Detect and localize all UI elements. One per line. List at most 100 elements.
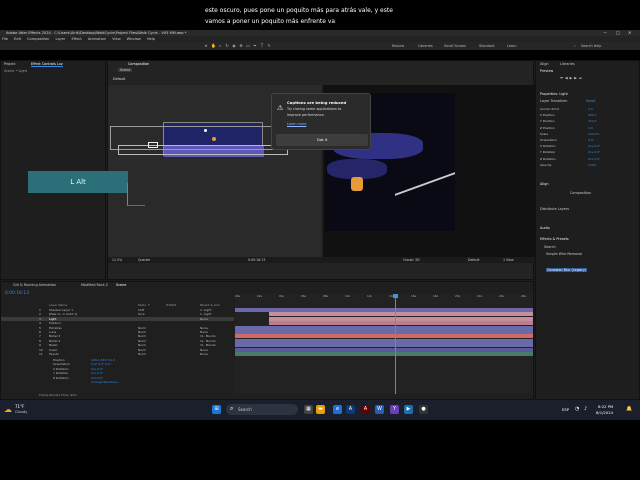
layer-transform-label: Layer Transform — [540, 99, 568, 103]
layer-row[interactable]: 2 [Pale Cr...k Solid 1] Scre 1. Light — [1, 312, 234, 316]
blue-app-icon[interactable]: ▶ — [404, 405, 413, 414]
playhead[interactable] — [395, 294, 396, 394]
file-explorer-icon[interactable]: ▬ — [316, 405, 325, 414]
workspace-small-screen[interactable]: Small Screen — [444, 44, 466, 48]
track-bar[interactable] — [235, 334, 533, 339]
playhead-handle[interactable] — [393, 294, 398, 298]
layer-row[interactable]: 9 Bañel Norm 11. Mundo — [1, 343, 234, 347]
playback-controls-icon[interactable]: ⏮◀▶▶⏭ — [560, 76, 584, 80]
effects-search-input[interactable]: Search — [544, 245, 556, 249]
notification-bell-icon[interactable]: 🔔 — [626, 406, 632, 412]
type-tool-icon[interactable]: T — [260, 44, 264, 48]
language-indicator[interactable]: ESP — [562, 407, 569, 412]
layer-row[interactable]: 10 Suelo Norm None — [1, 348, 234, 352]
sub-property-row[interactable]: Orientation 0.0°,0.0°,0.0° — [1, 362, 234, 366]
learn-more-link[interactable]: Learn more — [287, 122, 306, 126]
timeline-tab-scene[interactable]: Scene — [116, 283, 126, 287]
track-bar[interactable] — [235, 308, 533, 312]
zoom-tool-icon[interactable]: ⌕ — [218, 44, 222, 48]
tab-effect-controls[interactable]: Effect Controls Luz — [31, 62, 63, 67]
windows-start-icon[interactable]: ⊞ — [212, 405, 221, 414]
track-bar[interactable] — [235, 330, 533, 334]
sub-property-row[interactable]: Y Rotation 0x+0.0° — [1, 371, 234, 375]
timeline-tab-rock[interactable]: Modified Rock 2 — [81, 283, 108, 287]
purple-app-icon[interactable]: Y — [390, 405, 399, 414]
ae-icon[interactable]: A — [346, 405, 355, 414]
track-bar[interactable] — [235, 338, 533, 343]
sub-property-row[interactable]: Z Rotation 0x+0.0° — [1, 376, 234, 380]
clock-date[interactable]: 8/1/2024 — [596, 410, 613, 415]
change-renderer-link[interactable]: Change Renderer... — [1, 380, 234, 384]
right-panels: Align Libraries Preview ⏮◀▶▶⏭ Properties… — [535, 60, 640, 400]
workspace-standard[interactable]: Standard — [479, 44, 494, 48]
effect-item-selected[interactable]: Gaussian Blur (Legacy) — [546, 268, 588, 272]
layer-row-selected[interactable]: 3 Light None — [1, 316, 234, 321]
clock-time[interactable]: 6:22 PM — [598, 404, 613, 409]
renderer-label[interactable]: Classic 3D — [403, 257, 420, 263]
pan-behind-tool-icon[interactable]: ✥ — [239, 44, 243, 48]
align-title: Align — [540, 182, 549, 186]
view-mode-select[interactable]: Default — [468, 257, 480, 263]
view-layout-select[interactable]: 1 View — [503, 257, 514, 263]
align-to-select[interactable]: Composition — [570, 191, 591, 195]
task-view-icon[interactable]: ▦ — [304, 405, 313, 414]
comp-name-tab[interactable]: Scene — [118, 68, 133, 72]
track-bar[interactable] — [235, 352, 533, 356]
timeline-timecode[interactable]: 0:00:16:13 — [5, 291, 29, 296]
edge-browser-icon[interactable]: e — [333, 405, 342, 414]
effects-presets-title: Effects & Presets — [540, 237, 569, 241]
tab-libraries-top[interactable]: Libraries — [560, 62, 575, 66]
pen-tool-icon[interactable]: ✒ — [253, 44, 257, 48]
time-ruler[interactable]: 00s 02s 04s 06s 08s 10s 12s 14s 16s 18s … — [235, 294, 533, 300]
track-bar[interactable] — [235, 343, 533, 348]
ai-icon[interactable]: A — [361, 405, 370, 414]
reset-link[interactable]: Reset — [586, 99, 595, 103]
layer-row[interactable]: 8 Bañel 2 Norm 11. Mundo — [1, 339, 234, 343]
wifi-icon[interactable]: ◔ — [575, 406, 579, 412]
rectangle-tool-icon[interactable]: ▭ — [246, 44, 250, 48]
rotate-tool-icon[interactable]: ↻ — [225, 44, 229, 48]
tab-composition[interactable]: Composition — [128, 62, 149, 66]
tab-align-top[interactable]: Align — [540, 62, 549, 66]
track-bar[interactable] — [235, 347, 533, 352]
timeline-tracks[interactable]: 00s 02s 04s 06s 08s 10s 12s 14s 16s 18s … — [235, 294, 533, 394]
track-bar[interactable] — [269, 316, 533, 321]
hand-tool-icon[interactable]: ✋ — [211, 44, 216, 48]
property-row[interactable]: Opacity 100% — [540, 162, 638, 168]
selection-tool-icon[interactable]: ➤ — [204, 44, 208, 48]
search-help-label[interactable]: Search Help — [581, 44, 601, 48]
timeline-tab-girl[interactable]: Girl & Running Animation — [13, 283, 56, 287]
volume-icon[interactable]: ♪ — [584, 406, 587, 412]
layer-row[interactable]: 6 Luna Norm None — [1, 330, 234, 334]
sub-property-row[interactable]: Position 499.1,324.5,0.0 — [1, 358, 234, 362]
track-bar[interactable] — [269, 321, 533, 326]
taskbar-search-box[interactable]: ⌕ Search — [226, 404, 298, 415]
resolution-select[interactable]: Quarter — [138, 257, 150, 263]
taskbar-search-input[interactable]: Search — [238, 407, 252, 412]
layer-row[interactable]: 7 Bañel 3 Norm 11. Mundo — [1, 334, 234, 338]
layer-row[interactable]: 5 Estrellas Norm None — [1, 326, 234, 330]
comp-timecode[interactable]: 0:00:16:13 — [248, 257, 265, 263]
layer-row[interactable]: 4 Position — [1, 321, 234, 325]
word-icon[interactable]: W — [375, 405, 384, 414]
track-bar[interactable] — [269, 312, 533, 317]
zoom-level[interactable]: 11.5% — [112, 257, 122, 263]
app-icon[interactable]: ● — [419, 405, 428, 414]
layer-row[interactable]: 11 Mundo Norm None — [1, 352, 234, 356]
tab-project[interactable]: Project — [4, 62, 16, 66]
weather-temp[interactable]: 71°F — [15, 404, 24, 409]
layer-row[interactable]: 1 Shadow Layer 1 Soft 1. Light — [1, 308, 234, 312]
effect-item[interactable]: Simple Wire Removal — [546, 252, 582, 256]
brush-tool-icon[interactable]: ✎ — [267, 44, 271, 48]
workspace-review[interactable]: Review — [392, 44, 404, 48]
weather-icon[interactable]: ☁ — [4, 405, 12, 414]
search-help-icon[interactable]: ⌕ — [574, 44, 576, 48]
sub-property-row[interactable]: X Rotation 0x+0.0° — [1, 367, 234, 371]
selected-light-handle[interactable] — [148, 142, 158, 148]
got-it-button[interactable]: Got it — [276, 134, 368, 146]
track-bar[interactable] — [235, 325, 533, 330]
weather-text[interactable]: Cloudy — [15, 410, 27, 414]
workspace-learn[interactable]: Learn — [507, 44, 516, 48]
camera-tool-icon[interactable]: ◉ — [232, 44, 236, 48]
workspace-libraries[interactable]: Libraries — [418, 44, 433, 48]
